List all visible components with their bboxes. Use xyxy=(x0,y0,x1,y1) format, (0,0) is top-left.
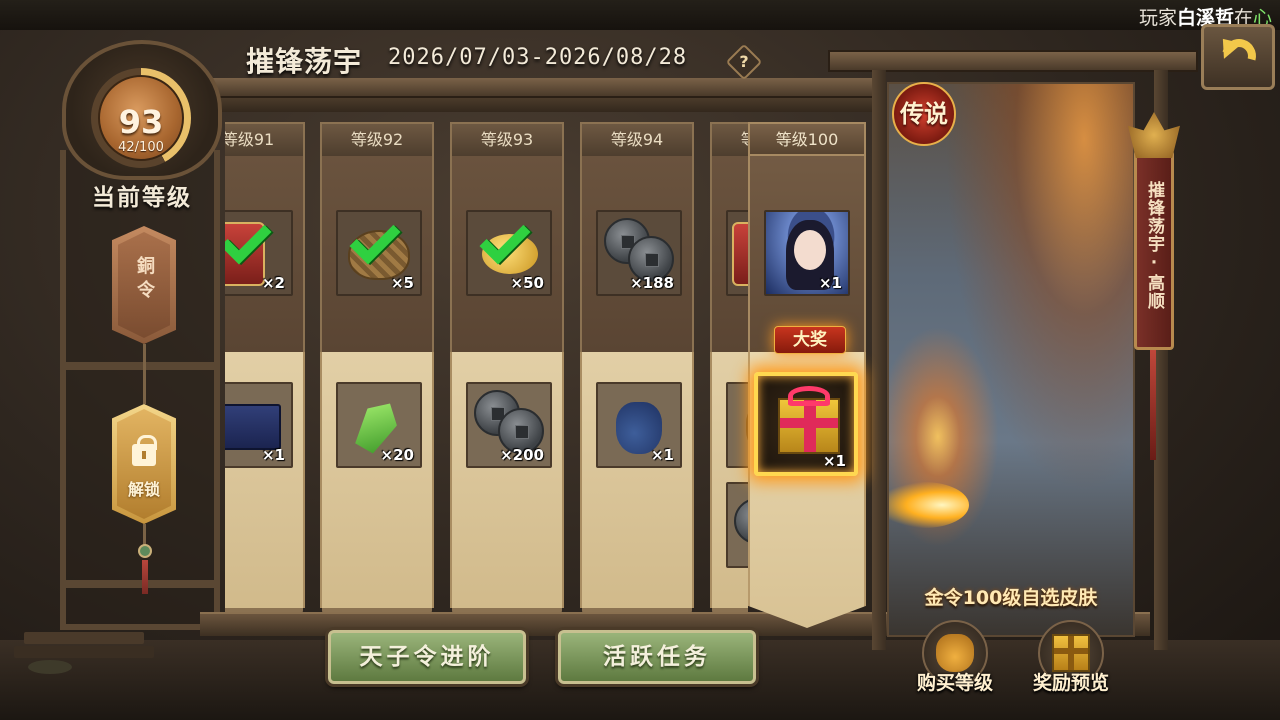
skin-preview[interactable] xyxy=(887,82,1135,637)
reward-slot[interactable]: ×1 xyxy=(225,382,293,468)
fireball-effect xyxy=(889,482,969,528)
reward-slot[interactable]: ×188 xyxy=(596,210,682,296)
advance-pass-button[interactable]: 天子令进阶 xyxy=(328,630,526,684)
reward-track[interactable]: 等级91 ×2 ×1 等级92 ×5 ×20 等级93 ×50 ×200 等级9… xyxy=(225,122,748,612)
reward-column: 等级92 ×5 ×20 xyxy=(320,122,434,612)
question-icon: ? xyxy=(739,52,749,71)
paid-reward-row xyxy=(710,352,748,612)
reward-preview-label: 奖励预览 xyxy=(1032,672,1109,694)
grand-prize-slot[interactable]: ×1 xyxy=(754,372,858,476)
reward-column: 等级94 ×188 ×1 xyxy=(580,122,694,612)
level-header: 等级91 xyxy=(225,122,305,156)
level-header: 等级100 xyxy=(748,122,866,156)
jade-pendant-icon xyxy=(138,544,152,558)
coin-icon xyxy=(734,498,748,544)
reward-slot[interactable]: ×1 xyxy=(596,382,682,468)
money-bag-icon xyxy=(936,634,974,672)
reward-preview-button[interactable]: 奖励预览 xyxy=(1026,620,1116,710)
left-shelf-frame xyxy=(60,150,220,630)
back-button[interactable] xyxy=(1201,24,1275,90)
skin-name: 摧锋荡宇·高顺 xyxy=(1144,181,1164,310)
tassel-decoration xyxy=(1150,350,1156,460)
skin-name-sign: 摧锋荡宇·高顺 xyxy=(1134,150,1174,350)
paid-reward-row: ×200 xyxy=(450,352,564,612)
lock-icon xyxy=(132,435,157,466)
level-exp-progress: 42/100 xyxy=(118,140,164,155)
free-reward-row: ×5 xyxy=(320,156,434,352)
gift-box-icon xyxy=(778,398,840,454)
rack-lower-beam xyxy=(200,98,880,112)
level-header: 等级95 xyxy=(710,122,748,156)
bronze-tier-tag[interactable]: 銅令 xyxy=(112,226,176,344)
unlock-label: 解锁 xyxy=(127,480,160,499)
bow-icon xyxy=(788,386,830,406)
medal-icon xyxy=(732,222,748,286)
reward-column: 等级95 xyxy=(710,122,748,612)
reward-slot[interactable]: ×20 xyxy=(336,382,422,468)
paid-reward-row: ×1 xyxy=(580,352,694,612)
reward-column: 等级93 ×50 ×200 xyxy=(450,122,564,612)
gold-tier-unlock-button[interactable]: 解锁 xyxy=(112,404,176,594)
bronze-tier-label: 銅令 xyxy=(134,256,155,304)
reward-slot[interactable] xyxy=(726,482,748,568)
skin-caption: 金令100级自选皮肤 xyxy=(924,587,1098,609)
free-reward-row: ×2 xyxy=(225,156,305,352)
legendary-badge: 传说 xyxy=(892,82,956,146)
reward-slot[interactable] xyxy=(726,382,748,468)
reward-slot[interactable]: ×1 xyxy=(764,210,850,296)
reward-slot[interactable]: ×2 xyxy=(225,210,293,296)
reward-column: 等级91 ×2 ×1 xyxy=(225,122,305,612)
event-title: 摧锋荡宇 xyxy=(246,45,363,78)
current-level-label: 当前等级 xyxy=(92,185,192,211)
broadcast-bar: 玩家白溪哲在心 xyxy=(0,0,1280,30)
level-header: 等级92 xyxy=(320,122,434,156)
reward-slot[interactable]: ×5 xyxy=(336,210,422,296)
books-decoration xyxy=(14,628,164,674)
level-badge: 93 42/100 xyxy=(62,40,222,180)
event-dates: 2026/07/03-2026/08/28 xyxy=(388,45,688,70)
chest-icon xyxy=(225,404,281,450)
grand-prize-label: 大奖 xyxy=(774,326,846,354)
buy-level-label: 购买等级 xyxy=(916,672,993,694)
reward-slot[interactable]: ×200 xyxy=(466,382,552,468)
paid-reward-row: ×1 xyxy=(225,352,305,612)
reward-slot[interactable]: ×50 xyxy=(466,210,552,296)
reward-slot[interactable] xyxy=(726,210,748,296)
free-reward-row: ×50 xyxy=(450,156,564,352)
free-reward-row: ×1 xyxy=(748,156,866,352)
paid-reward-row: ×20 xyxy=(320,352,434,612)
active-tasks-button[interactable]: 活跃任务 xyxy=(558,630,756,684)
level-header: 等级93 xyxy=(450,122,564,156)
buy-level-button[interactable]: 购买等级 xyxy=(910,620,1000,710)
featured-reward-column: 等级100 ×1 ×1 xyxy=(748,122,866,630)
level-header: 等级94 xyxy=(580,122,694,156)
rack-top-beam xyxy=(200,78,880,98)
free-reward-row: ×188 xyxy=(580,156,694,352)
free-reward-row xyxy=(710,156,748,352)
current-level-number: 93 xyxy=(118,103,164,141)
gift-icon xyxy=(1052,634,1090,672)
